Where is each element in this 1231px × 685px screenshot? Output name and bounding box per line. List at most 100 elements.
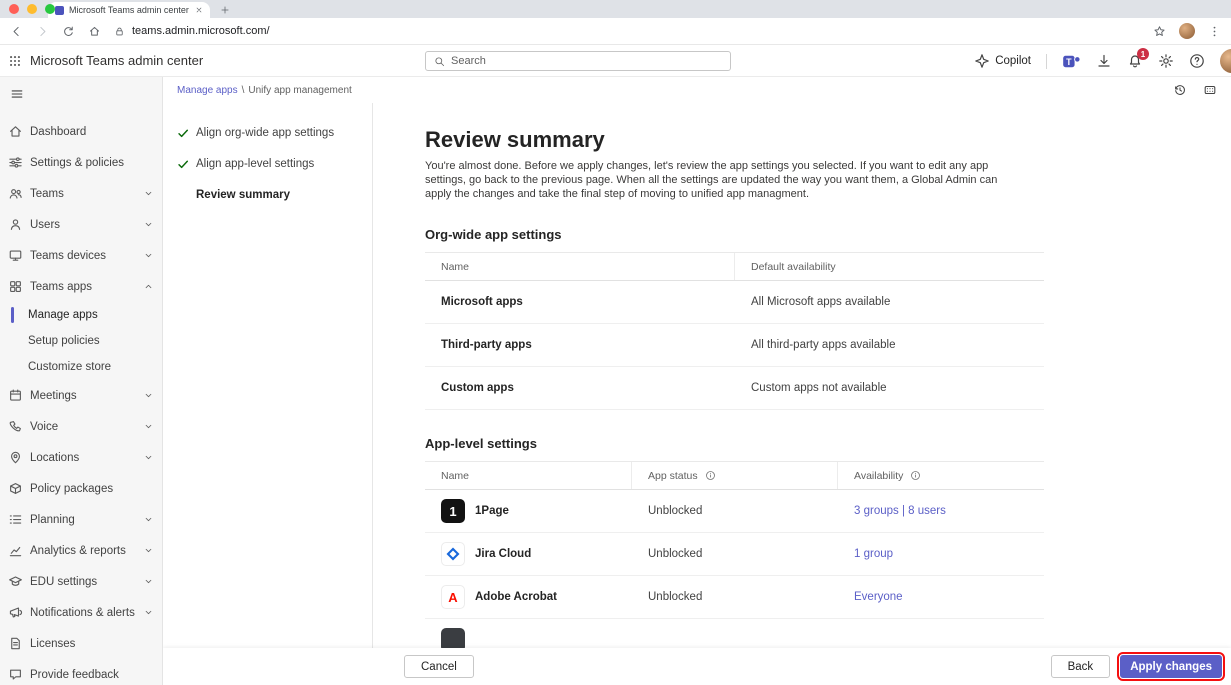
availability-link[interactable]: 3 groups | 8 users (854, 505, 946, 517)
column-header-name: Name (425, 253, 735, 280)
app-launcher-waffle-icon[interactable] (0, 45, 30, 77)
copilot-button[interactable]: Copilot (974, 53, 1031, 69)
cancel-button[interactable]: Cancel (404, 655, 474, 678)
sidebar-item-label: Dashboard (30, 126, 154, 138)
check-icon (177, 127, 190, 140)
sliders-icon (8, 155, 23, 170)
browser-back-icon[interactable] (10, 25, 23, 38)
back-button[interactable]: Back (1051, 655, 1111, 678)
table-row-jira-cloud: Jira CloudUnblocked1 group (425, 533, 1044, 576)
wizard-step-review-summary[interactable]: Review summary (177, 189, 372, 202)
search-input[interactable] (451, 55, 722, 67)
availability-cell: 3 groups | 8 users (838, 490, 1044, 532)
app-name-cell: Jira Cloud (425, 533, 632, 575)
sidebar-item-provide-feedback[interactable]: Provide feedback (0, 659, 162, 685)
window-zoom-button[interactable] (45, 4, 55, 14)
settings-button[interactable] (1158, 53, 1174, 69)
sidebar-item-analytics-reports[interactable]: Analytics & reports (0, 535, 162, 566)
sidebar-hamburger-icon[interactable] (10, 87, 24, 101)
sidebar-item-label: Provide feedback (30, 669, 154, 681)
browser-menu-icon[interactable] (1208, 25, 1221, 38)
user-avatar[interactable] (1220, 49, 1231, 73)
sidebar-item-users[interactable]: Users (0, 209, 162, 240)
sidebar-item-setup-policies[interactable]: Setup policies (0, 328, 162, 354)
sidebar-item-label: Policy packages (30, 483, 154, 495)
app-status-cell: Unblocked (632, 490, 838, 532)
keypad-icon[interactable] (1203, 83, 1217, 97)
sidebar-item-teams-apps[interactable]: Teams apps (0, 271, 162, 302)
search-box[interactable] (425, 51, 731, 71)
sidebar-item-label: Planning (30, 514, 136, 526)
table-row-adobe-acrobat: AAdobe AcrobatUnblockedEveryone (425, 576, 1044, 619)
teams-app-button[interactable]: T (1062, 52, 1081, 71)
wizard-step-label: Align org-wide app settings (196, 127, 334, 139)
window-minimize-button[interactable] (27, 4, 37, 14)
chart-icon (8, 543, 23, 558)
tasks-icon (8, 512, 23, 527)
doc-icon (8, 636, 23, 651)
wizard-step-align-app-level-settings[interactable]: Align app-level settings (177, 158, 372, 171)
address-field[interactable]: teams.admin.microsoft.com/ (114, 25, 1140, 37)
column-header-label: App status (648, 470, 698, 482)
monitor-icon (8, 248, 23, 263)
sidebar-item-notifications-alerts[interactable]: Notifications & alerts (0, 597, 162, 628)
search-icon (434, 56, 445, 67)
help-button[interactable] (1189, 53, 1205, 69)
breadcrumb-actions (1173, 83, 1217, 97)
wizard-steps: Align org-wide app settings Align app-lev… (163, 103, 373, 685)
chevron-down-icon (143, 452, 154, 463)
browser-reload-icon[interactable] (62, 25, 75, 38)
sidebar-item-label: Voice (30, 421, 136, 433)
chevron-down-icon (143, 219, 154, 230)
sidebar-item-meetings[interactable]: Meetings (0, 380, 162, 411)
sidebar-item-edu-settings[interactable]: EDU settings (0, 566, 162, 597)
app-status-cell: Unblocked (632, 576, 838, 618)
sidebar-item-manage-apps[interactable]: Manage apps (0, 302, 162, 328)
sidebar-item-dashboard[interactable]: Dashboard (0, 116, 162, 147)
people-icon (8, 186, 23, 201)
apply-changes-button[interactable]: Apply changes (1120, 655, 1222, 678)
person-icon (8, 217, 23, 232)
wizard-step-label: Review summary (196, 189, 290, 201)
tab-close-icon[interactable] (195, 6, 203, 14)
browser-tab[interactable]: Microsoft Teams admin center (48, 2, 210, 18)
sidebar-item-customize-store[interactable]: Customize store (0, 354, 162, 380)
browser-forward-icon[interactable] (36, 25, 49, 38)
info-icon (705, 470, 716, 481)
sidebar-item-policy-packages[interactable]: Policy packages (0, 473, 162, 504)
sidebar-item-label: Teams apps (30, 281, 136, 293)
window-close-button[interactable] (9, 4, 19, 14)
column-header-name: Name (425, 462, 632, 489)
sidebar-item-licenses[interactable]: Licenses (0, 628, 162, 659)
chevron-down-icon (143, 514, 154, 525)
table-row-1page: 11PageUnblocked3 groups | 8 users (425, 490, 1044, 533)
download-button[interactable] (1096, 53, 1112, 69)
wizard-step-align-org-wide-app-settings[interactable]: Align org-wide app settings (177, 127, 372, 140)
notifications-button[interactable]: 1 (1127, 53, 1143, 69)
chevron-down-icon (143, 250, 154, 261)
browser-home-icon[interactable] (88, 25, 101, 38)
sidebar-item-teams-devices[interactable]: Teams devices (0, 240, 162, 271)
chevron-down-icon (143, 576, 154, 587)
sidebar-item-label: Notifications & alerts (30, 607, 136, 619)
megaphone-icon (8, 605, 23, 620)
app-name: Adobe Acrobat (475, 591, 557, 603)
bookmark-star-icon[interactable] (1153, 25, 1166, 38)
sidebar-item-teams[interactable]: Teams (0, 178, 162, 209)
tab-title: Microsoft Teams admin center (69, 5, 190, 15)
check-icon (177, 189, 190, 202)
app-settings-table: NameApp statusAvailability11PageUnblocke… (425, 461, 1044, 662)
new-tab-button[interactable] (220, 5, 230, 15)
sidebar-item-settings-policies[interactable]: Settings & policies (0, 147, 162, 178)
sidebar-item-voice[interactable]: Voice (0, 411, 162, 442)
browser-profile-avatar[interactable] (1179, 23, 1195, 39)
availability-link[interactable]: 1 group (854, 548, 893, 560)
sidebar-item-planning[interactable]: Planning (0, 504, 162, 535)
breadcrumb-manage-apps-link[interactable]: Manage apps (177, 85, 238, 96)
sidebar-item-locations[interactable]: Locations (0, 442, 162, 473)
breadcrumb-current: Unify app management (248, 85, 351, 96)
chevron-up-icon (143, 281, 154, 292)
bubble-icon (8, 667, 23, 682)
availability-link[interactable]: Everyone (854, 591, 903, 603)
history-icon[interactable] (1173, 83, 1187, 97)
